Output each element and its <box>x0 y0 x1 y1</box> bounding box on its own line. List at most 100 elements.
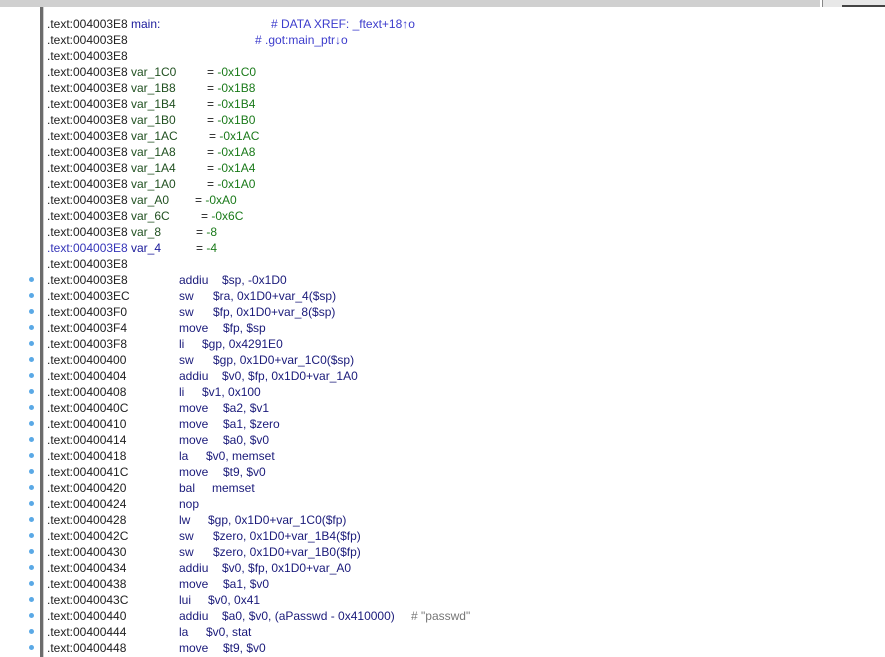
address-label[interactable]: .text:004003E8 <box>47 128 128 144</box>
listing-row[interactable]: .text:004003E8 main: # DATA XREF: _ftext+1… <box>0 16 885 32</box>
mnemonic[interactable]: li <box>179 384 184 400</box>
operands[interactable]: $zero, 0x1D0+var_1B4($fp) <box>213 528 361 544</box>
address-label[interactable]: .text:004003E8 <box>47 48 128 64</box>
address-label[interactable]: .text:004003E8 <box>47 208 128 224</box>
instruction-row[interactable]: .text:00400428 lw $gp, 0x1D0+var_1C0($fp) <box>0 512 885 528</box>
operands[interactable]: $zero, 0x1D0+var_1B0($fp) <box>213 544 361 560</box>
mnemonic[interactable]: sw <box>179 352 194 368</box>
operands[interactable]: $fp, 0x1D0+var_8($sp) <box>213 304 335 320</box>
breakpoint-dot-icon[interactable] <box>29 565 34 570</box>
mnemonic[interactable]: addiu <box>179 272 208 288</box>
mnemonic[interactable]: li <box>179 336 184 352</box>
address-label[interactable]: .text:004003F8 <box>47 336 127 352</box>
instruction-row[interactable]: .text:00400444 la $v0, stat <box>0 624 885 640</box>
instruction-row[interactable]: .text:00400440 addiu $a0, $v0, (aPasswd - … <box>0 608 885 624</box>
operands[interactable]: $fp, $sp <box>223 320 266 336</box>
address-label[interactable]: .text:00400410 <box>47 416 126 432</box>
operands[interactable]: $a1, $v0 <box>223 576 269 592</box>
instruction-row[interactable]: .text:004003EC sw $ra, 0x1D0+var_4($sp) <box>0 288 885 304</box>
address-label[interactable]: .text:00400424 <box>47 496 126 512</box>
mnemonic[interactable]: sw <box>179 288 194 304</box>
mnemonic[interactable]: sw <box>179 544 194 560</box>
listing-row[interactable]: .text:004003E8 # .got:main_ptr↓o <box>0 32 885 48</box>
stack-var-name[interactable]: var_1C0 <box>131 64 176 80</box>
mnemonic[interactable]: nop <box>179 496 199 512</box>
stack-var-row[interactable]: .text:004003E8 var_1A8 = -0x1A8 <box>0 144 885 160</box>
mnemonic[interactable]: move <box>179 320 208 336</box>
operands[interactable]: $t9, $v0 <box>223 640 266 656</box>
instruction-row[interactable]: .text:00400408 li $v1, 0x100 <box>0 384 885 400</box>
instruction-row[interactable]: .text:00400430 sw $zero, 0x1D0+var_1B0($fp… <box>0 544 885 560</box>
breakpoint-dot-icon[interactable] <box>29 485 34 490</box>
address-label[interactable]: .text:00400404 <box>47 368 126 384</box>
stack-var-row[interactable]: .text:004003E8 var_6C = -0x6C <box>0 208 885 224</box>
mnemonic[interactable]: addiu <box>179 560 208 576</box>
stack-var-row[interactable]: .text:004003E8 var_1A0 = -0x1A0 <box>0 176 885 192</box>
address-label[interactable]: .text:0040042C <box>47 528 128 544</box>
instruction-row[interactable]: .text:0040042C sw $zero, 0x1D0+var_1B4($fp… <box>0 528 885 544</box>
mnemonic[interactable]: move <box>179 640 208 656</box>
address-label[interactable]: .text:004003E8 <box>47 240 128 256</box>
address-label[interactable]: .text:00400444 <box>47 624 126 640</box>
mnemonic[interactable]: bal <box>179 480 195 496</box>
breakpoint-dot-icon[interactable] <box>29 405 34 410</box>
mnemonic[interactable]: move <box>179 464 208 480</box>
breakpoint-dot-icon[interactable] <box>29 645 34 650</box>
operands[interactable]: $t9, $v0 <box>223 464 266 480</box>
address-label[interactable]: .text:004003E8 <box>47 256 128 272</box>
address-label[interactable]: .text:004003E8 <box>47 176 128 192</box>
stack-var-name[interactable]: var_1B4 <box>131 96 176 112</box>
address-label[interactable]: .text:0040041C <box>47 464 128 480</box>
stack-var-name[interactable]: var_6C <box>131 208 170 224</box>
instruction-row[interactable]: .text:00400400 sw $gp, 0x1D0+var_1C0($sp) <box>0 352 885 368</box>
mnemonic[interactable]: sw <box>179 304 194 320</box>
instruction-row[interactable]: .text:00400420 bal memset <box>0 480 885 496</box>
stack-var-name[interactable]: var_1AC <box>131 128 178 144</box>
operands[interactable]: $a1, $zero <box>223 416 280 432</box>
address-label[interactable]: .text:004003E8 <box>47 144 128 160</box>
instruction-row[interactable]: .text:0040041C move $t9, $v0 <box>0 464 885 480</box>
address-label[interactable]: .text:00400400 <box>47 352 126 368</box>
mnemonic[interactable]: move <box>179 432 208 448</box>
address-label[interactable]: .text:004003E8 <box>47 272 128 288</box>
stack-var-name[interactable]: var_8 <box>131 224 161 240</box>
stack-var-name[interactable]: var_4 <box>131 240 161 256</box>
operands[interactable]: $gp, 0x4291E0 <box>202 336 283 352</box>
address-label[interactable]: .text:004003E8 <box>47 16 128 32</box>
address-label[interactable]: .text:00400440 <box>47 608 126 624</box>
operands[interactable]: $ra, 0x1D0+var_4($sp) <box>213 288 336 304</box>
address-label[interactable]: .text:004003F0 <box>47 304 127 320</box>
instruction-row[interactable]: .text:00400414 move $a0, $v0 <box>0 432 885 448</box>
address-label[interactable]: .text:00400414 <box>47 432 126 448</box>
stack-var-name[interactable]: var_1A4 <box>131 160 176 176</box>
address-label[interactable]: .text:004003E8 <box>47 64 128 80</box>
stack-var-name[interactable]: var_1A8 <box>131 144 176 160</box>
instruction-row[interactable]: .text:0040043C lui $v0, 0x41 <box>0 592 885 608</box>
stack-var-row[interactable]: .text:004003E8 var_1B0 = -0x1B0 <box>0 112 885 128</box>
address-label[interactable]: .text:004003E8 <box>47 224 128 240</box>
stack-var-row[interactable]: .text:004003E8 var_1B4 = -0x1B4 <box>0 96 885 112</box>
breakpoint-dot-icon[interactable] <box>29 293 34 298</box>
address-label[interactable]: .text:00400438 <box>47 576 126 592</box>
breakpoint-dot-icon[interactable] <box>29 341 34 346</box>
operands[interactable]: $gp, 0x1D0+var_1C0($sp) <box>213 352 354 368</box>
stack-var-row[interactable]: .text:004003E8 var_A0 = -0xA0 <box>0 192 885 208</box>
stack-var-row[interactable]: .text:004003E8 var_8 = -8 <box>0 224 885 240</box>
address-label[interactable]: .text:004003F4 <box>47 320 127 336</box>
stack-var-name[interactable]: var_1A0 <box>131 176 176 192</box>
mnemonic[interactable]: addiu <box>179 608 208 624</box>
address-label[interactable]: .text:00400408 <box>47 384 126 400</box>
address-label[interactable]: .text:004003E8 <box>47 32 128 48</box>
instruction-row[interactable]: .text:00400434 addiu $v0, $fp, 0x1D0+var_A… <box>0 560 885 576</box>
operands[interactable]: $v0, memset <box>206 448 275 464</box>
mnemonic[interactable]: lui <box>179 592 191 608</box>
breakpoint-dot-icon[interactable] <box>29 389 34 394</box>
address-label[interactable]: .text:004003EC <box>47 288 130 304</box>
breakpoint-dot-icon[interactable] <box>29 533 34 538</box>
operands[interactable]: $v1, 0x100 <box>202 384 261 400</box>
stack-var-row[interactable]: .text:004003E8 var_4 = -4 <box>0 240 885 256</box>
operands[interactable]: $gp, 0x1D0+var_1C0($fp) <box>208 512 346 528</box>
address-label[interactable]: .text:0040043C <box>47 592 128 608</box>
stack-var-row[interactable]: .text:004003E8 var_1C0 = -0x1C0 <box>0 64 885 80</box>
mnemonic[interactable]: move <box>179 576 208 592</box>
